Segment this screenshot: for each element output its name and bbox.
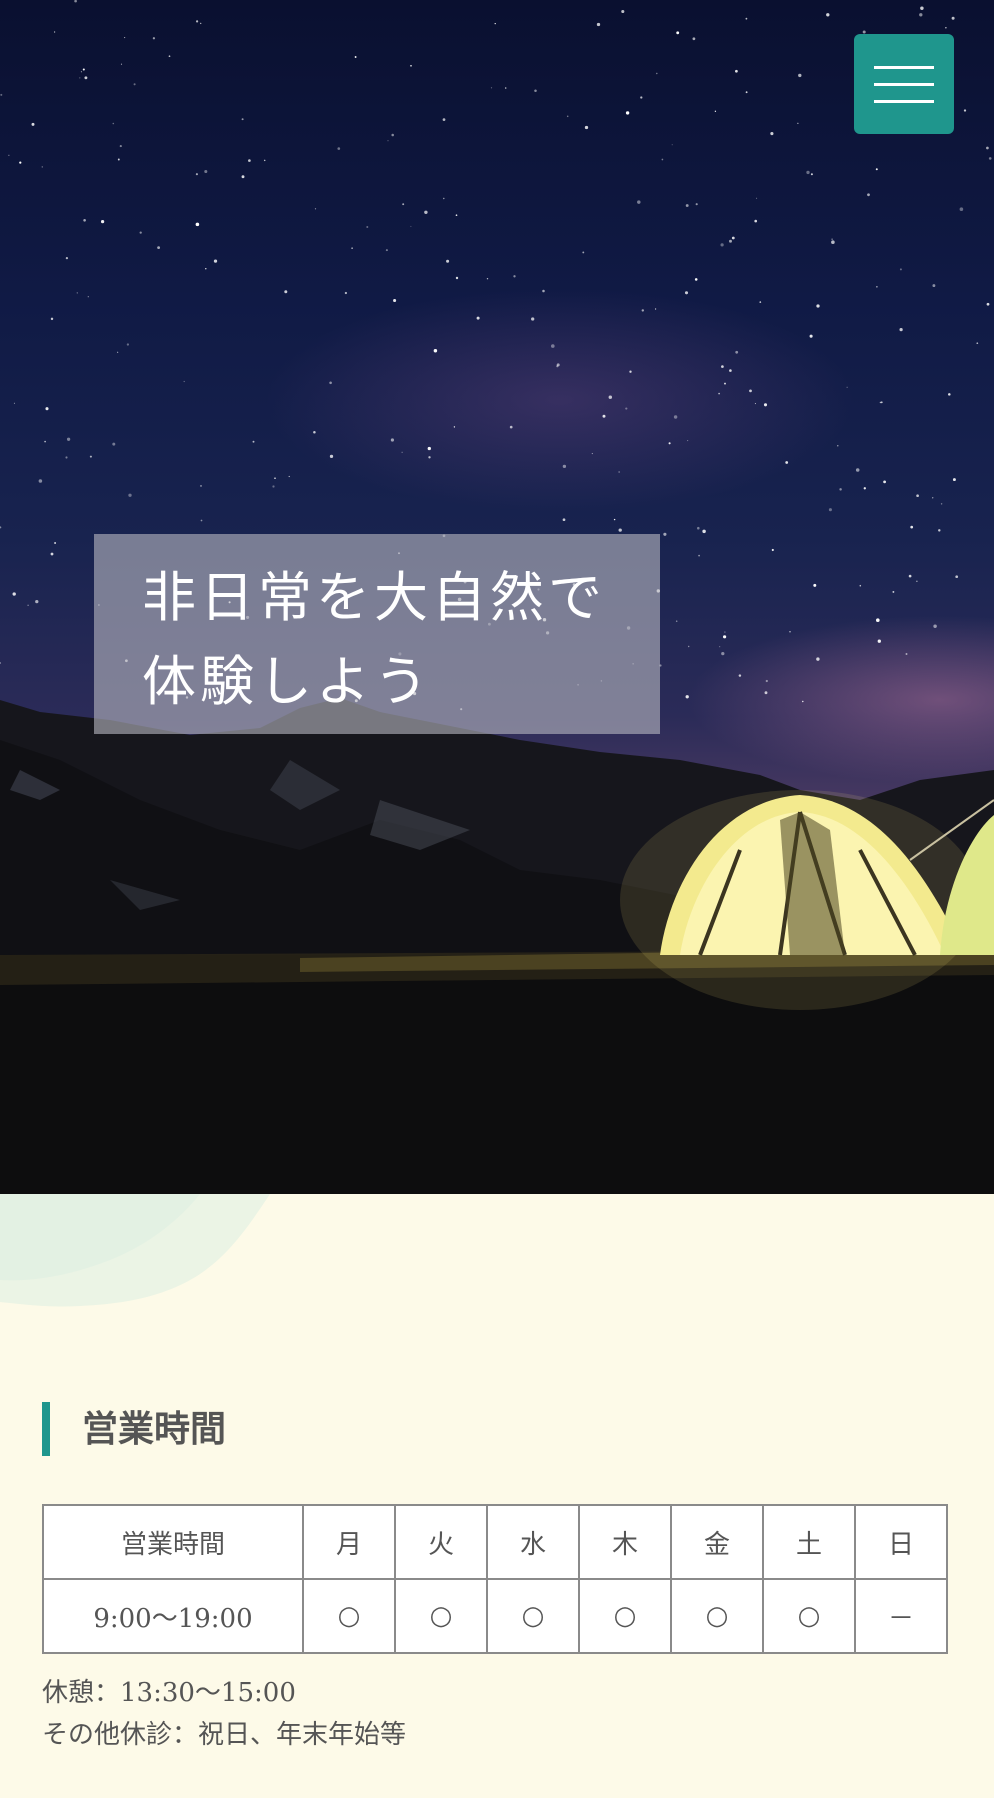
header-cell-thu: 木 [578, 1504, 672, 1580]
header-cell-mon: 月 [302, 1504, 396, 1580]
header-cell-sat: 土 [762, 1504, 856, 1580]
cell-sat: ○ [762, 1578, 856, 1654]
table-header-row: 営業時間 月 火 水 木 金 土 日 [42, 1504, 948, 1580]
business-hours-table: 営業時間 月 火 水 木 金 土 日 9:00〜19:00 ○ ○ ○ ○ ○ … [42, 1504, 948, 1654]
hamburger-menu-button[interactable] [854, 34, 954, 134]
page: 非日常を大自然で 体験しよう 営業時間 営業時間 月 火 水 木 金 土 日 9… [0, 0, 994, 1798]
cell-mon: ○ [302, 1578, 396, 1654]
cell-sun: － [854, 1578, 948, 1654]
hero-section: 非日常を大自然で 体験しよう [0, 0, 994, 1194]
header-cell-tue: 火 [394, 1504, 488, 1580]
hero-headline-line-2: 体験しよう [142, 650, 432, 713]
business-hours-heading: 営業時間 [42, 1402, 226, 1456]
cell-thu: ○ [578, 1578, 672, 1654]
leaf-decoration [0, 1194, 270, 1307]
break-time-note: 休憩：13:30〜15:00 [42, 1678, 296, 1708]
hours-notes: 休憩：13:30〜15:00 その他休診：祝日、年末年始等 [42, 1672, 406, 1756]
header-cell-hours: 営業時間 [42, 1504, 304, 1580]
cell-wed: ○ [486, 1578, 580, 1654]
hamburger-menu-icon-bar [874, 83, 934, 86]
cell-time-range: 9:00〜19:00 [42, 1578, 304, 1654]
hamburger-menu-icon-bar [874, 100, 934, 103]
hamburger-menu-icon [874, 66, 934, 69]
header-cell-wed: 水 [486, 1504, 580, 1580]
header-cell-fri: 金 [670, 1504, 764, 1580]
cell-fri: ○ [670, 1578, 764, 1654]
table-row: 9:00〜19:00 ○ ○ ○ ○ ○ ○ － [42, 1578, 948, 1654]
header-cell-sun: 日 [854, 1504, 948, 1580]
hero-headline-line-1: 非日常を大自然で [142, 566, 606, 629]
cell-tue: ○ [394, 1578, 488, 1654]
hero-headline-box: 非日常を大自然で 体験しよう [94, 534, 660, 734]
closed-days-note: その他休診：祝日、年末年始等 [42, 1720, 407, 1750]
